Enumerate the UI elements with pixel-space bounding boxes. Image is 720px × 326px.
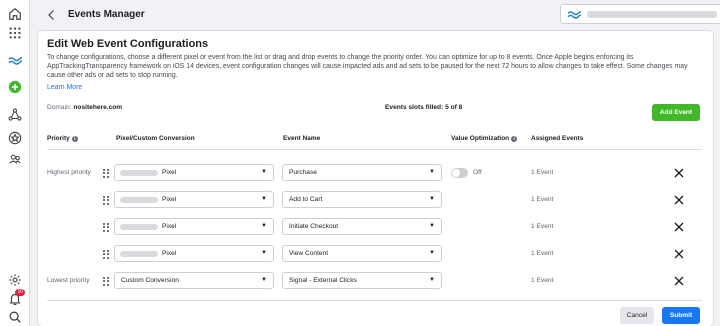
pixel-select-value: Custom Conversion (121, 277, 179, 284)
remove-close-icon[interactable] (674, 168, 684, 178)
settings-gear-icon[interactable] (7, 272, 23, 288)
assigned-events-count: 1 Event (531, 277, 554, 284)
submit-button[interactable]: Submit (662, 307, 700, 324)
chevron-down-icon: ▼ (261, 250, 267, 256)
pixel-name-redacted (120, 197, 158, 203)
priority-header-label: Priority (47, 135, 70, 142)
info-icon[interactable]: i (71, 135, 78, 142)
domain-label: Domain: (47, 104, 72, 111)
pixel-name-redacted (120, 224, 158, 230)
event-select[interactable]: Initiate Checkout ▼ (282, 218, 442, 235)
create-plus-icon[interactable] (7, 79, 23, 95)
event-select-value: Add to Cart (289, 196, 323, 203)
event-select[interactable]: Signal - External Clicks ▼ (282, 272, 442, 289)
back-arrow-icon[interactable] (44, 7, 60, 23)
chevron-down-icon: ▼ (261, 277, 267, 283)
domain-value: nositehere.com (73, 104, 123, 111)
drag-handle-icon[interactable] (103, 223, 109, 232)
star-badge-icon[interactable] (7, 130, 23, 146)
chevron-down-icon: ▼ (429, 196, 435, 202)
drag-handle-icon[interactable] (103, 196, 109, 205)
value-optimization-toggle[interactable] (451, 168, 468, 178)
event-name-header: Event Name (283, 135, 321, 142)
chevron-down-icon: ▼ (261, 196, 267, 202)
drag-handle-icon[interactable] (103, 250, 109, 259)
value-optimization-state: Off (473, 169, 482, 176)
top-bar: Events Manager ▼ (30, 0, 720, 30)
event-select[interactable]: View Content ▼ (282, 245, 442, 262)
priority-label: Lowest priority (47, 277, 90, 284)
left-navigation: 10 (0, 0, 30, 326)
pixel-select[interactable]: Custom Conversion ▼ (114, 272, 274, 289)
event-select-value: Purchase (289, 169, 317, 176)
remove-close-icon[interactable] (674, 222, 684, 232)
remove-close-icon[interactable] (674, 249, 684, 259)
assigned-events-count: 1 Event (531, 169, 554, 176)
chevron-down-icon: ▼ (429, 169, 435, 175)
remove-close-icon[interactable] (674, 276, 684, 286)
chevron-down-icon: ▼ (261, 223, 267, 229)
event-config-card: Edit Web Event Configurations To change … (38, 31, 713, 326)
pixel-name-redacted (120, 170, 158, 176)
notification-count-badge: 10 (15, 289, 25, 296)
domain-info: Domain: nositehere.com (47, 104, 122, 111)
pixel-select-value: Pixel (162, 169, 177, 176)
pixel-select[interactable]: Pixel ▼ (114, 164, 274, 181)
priority-label: Highest priority (47, 169, 91, 176)
chevron-down-icon: ▼ (429, 223, 435, 229)
remove-close-icon[interactable] (674, 195, 684, 205)
chevron-down-icon: ▼ (429, 250, 435, 256)
event-select[interactable]: Add to Cart ▼ (282, 191, 442, 208)
assigned-events-count: 1 Event (531, 250, 554, 257)
drag-handle-icon[interactable] (103, 169, 109, 178)
search-icon[interactable] (7, 309, 23, 325)
app-title: Events Manager (68, 9, 145, 20)
pixel-select[interactable]: Pixel ▼ (114, 218, 274, 235)
pixel-select-value: Pixel (162, 223, 177, 230)
pixel-header: Pixel/Custom Conversion (116, 135, 195, 142)
pixel-select-value: Pixel (162, 250, 177, 257)
cancel-button[interactable]: Cancel (620, 307, 654, 324)
pixel-name-redacted (120, 251, 158, 257)
priority-header: Priority i (47, 135, 78, 142)
event-select-value: View Content (289, 250, 329, 257)
header-divider (47, 149, 702, 150)
account-wave-icon[interactable] (7, 53, 23, 69)
assigned-events-header: Assigned Events (531, 135, 584, 142)
page-title: Edit Web Event Configurations (47, 38, 209, 50)
home-icon[interactable] (7, 6, 23, 22)
notifications-bell-icon[interactable]: 10 (7, 289, 25, 307)
event-slots-counter: Events slots filled: 5 of 8 (385, 104, 463, 111)
pixel-select[interactable]: Pixel ▼ (114, 191, 274, 208)
event-select-value: Signal - External Clicks (289, 277, 357, 284)
value-optimization-header-label: Value Optimization (451, 135, 510, 142)
audience-icon[interactable] (7, 151, 23, 167)
drag-handle-icon[interactable] (103, 277, 109, 286)
info-icon[interactable]: i (511, 135, 518, 142)
pixel-select-value: Pixel (162, 196, 177, 203)
event-select-value: Initiate Checkout (289, 223, 339, 230)
event-select[interactable]: Purchase ▼ (282, 164, 442, 181)
value-optimization-header: Value Optimization i (451, 135, 518, 142)
add-event-button[interactable]: Add Event (652, 104, 700, 121)
account-selector[interactable]: ▼ (560, 4, 720, 24)
chevron-down-icon: ▼ (429, 277, 435, 283)
apps-grid-icon[interactable] (7, 25, 23, 41)
footer-divider (47, 300, 702, 301)
learn-more-link[interactable]: Learn More (47, 84, 82, 91)
description-text: To change configurations, choose a diffe… (47, 54, 688, 80)
account-wave-icon (567, 11, 581, 19)
assigned-events-count: 1 Event (531, 196, 554, 203)
pixel-select[interactable]: Pixel ▼ (114, 245, 274, 262)
account-name-redacted (587, 11, 717, 18)
assigned-events-count: 1 Event (531, 223, 554, 230)
chevron-down-icon: ▼ (261, 169, 267, 175)
connections-icon[interactable] (7, 107, 23, 123)
